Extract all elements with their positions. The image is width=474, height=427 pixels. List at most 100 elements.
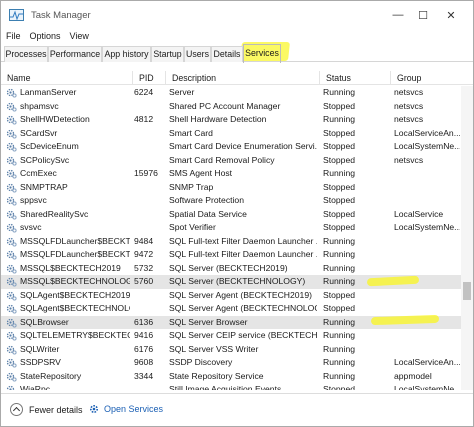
tab-startup[interactable]: Startup: [151, 46, 184, 62]
table-row[interactable]: SharedRealitySvc Spatial Data Service Stop…: [1, 208, 461, 222]
service-gear-icon: [6, 385, 15, 390]
cell-description: SQL Server CEIP service (BECKTECH...: [169, 330, 317, 340]
table-row[interactable]: ShellHWDetection 4812 Shell Hardware Detec…: [1, 113, 461, 127]
cell-name: MSSQLFDLauncher$BECKTE...: [20, 249, 130, 259]
cell-name: SharedRealitySvc: [20, 208, 89, 219]
service-gear-icon: [6, 196, 17, 206]
cell-description: Software Protection: [169, 195, 244, 205]
table-row[interactable]: MSSQL$BECKTECH2019 5732 SQL Server (BECKTE…: [1, 262, 461, 276]
cell-status: Stopped: [323, 222, 356, 232]
footer: Fewer details Open Services: [1, 393, 473, 426]
maximize-button[interactable]: ☐: [410, 7, 436, 23]
vertical-scrollbar[interactable]: [461, 86, 473, 390]
table-row[interactable]: WiaRpc Still Image Acquisition Events Stop…: [1, 383, 461, 390]
table-row[interactable]: shpamsvc Shared PC Account Manager Stopped…: [1, 100, 461, 114]
task-manager-icon: [9, 9, 24, 21]
cell-description: SQL Full-text Filter Daemon Launcher ...: [169, 249, 317, 259]
menu-view[interactable]: View: [65, 29, 93, 43]
table-row[interactable]: SQLAgent$BECKTECH2019 SQL Server Agent (B…: [1, 289, 461, 303]
fewer-details-button[interactable]: Fewer details: [10, 403, 83, 416]
tab-users[interactable]: Users: [184, 46, 211, 62]
tab-processes[interactable]: Processes: [4, 46, 48, 62]
service-gear-icon: [6, 237, 17, 247]
service-gear-icon: [6, 318, 17, 328]
column-header-status[interactable]: Status: [319, 71, 390, 85]
cell-name: SSDPSRV: [20, 357, 61, 367]
service-gear-icon: [6, 156, 17, 166]
column-header-pid[interactable]: PID: [132, 71, 165, 85]
tab-performance[interactable]: Performance: [48, 46, 102, 62]
column-header-description[interactable]: Description: [165, 71, 319, 85]
column-header-name[interactable]: Name: [1, 71, 132, 85]
open-services-link[interactable]: Open Services: [88, 403, 163, 415]
cell-name: SQLAgent$BECKTECHNOLO...: [20, 303, 130, 313]
cell-status: Running: [323, 357, 356, 367]
window-title: Task Manager: [31, 10, 91, 21]
cell-status: Running: [323, 168, 356, 178]
table-row[interactable]: SSDPSRV 9608 SSDP Discovery Running LocalSer…: [1, 356, 461, 370]
cell-name: SNMPTRAP: [20, 181, 68, 192]
cell-status: Running: [323, 87, 356, 97]
scrollbar-thumb[interactable]: [463, 282, 471, 300]
cell-name: CcmExec: [20, 168, 57, 178]
menu-file[interactable]: File: [1, 29, 25, 43]
menu-options[interactable]: Options: [25, 29, 65, 43]
cell-name: sppsvc: [20, 195, 47, 205]
services-table: Name PID Description Status Group ^ Lanm…: [1, 71, 473, 390]
table-row[interactable]: svsvc Spot Verifier Stopped LocalSystemNe..…: [1, 221, 461, 235]
cell-group: LocalSystemNe...: [394, 222, 460, 232]
table-row[interactable]: CcmExec 15976 SMS Agent Host Running: [1, 167, 461, 181]
service-gear-icon: [6, 183, 17, 193]
cell-name: MSSQL$BECKTECHNOLOGY: [20, 276, 130, 286]
cell-name: SQLTELEMETRY$BECKTECH...: [20, 330, 130, 340]
cell-name: ShellHWDetection: [20, 114, 90, 124]
table-row[interactable]: LanmanServer 6224 Server Running netsvcs: [1, 86, 461, 100]
table-row[interactable]: SCardSvr Smart Card Stopped LocalServiceAn.…: [1, 127, 461, 141]
fewer-details-label: Fewer details: [29, 404, 83, 415]
close-button[interactable]: ✕: [438, 7, 464, 23]
cell-pid: 15976: [134, 168, 158, 178]
cell-name: MSSQLFDLauncher$BECKTE...: [20, 235, 130, 246]
cell-description: SQL Server (BECKTECHNOLOGY): [169, 276, 306, 286]
cell-status: Stopped: [323, 289, 356, 300]
service-gear-icon: [6, 169, 17, 179]
service-gear-icon: [6, 210, 17, 220]
open-services-label: Open Services: [104, 404, 164, 414]
table-row[interactable]: ScDeviceEnum Smart Card Device Enumeratio…: [1, 140, 461, 154]
cell-status: Running: [323, 249, 356, 259]
cell-description: State Repository Service: [169, 370, 264, 381]
tab-services[interactable]: Services: [243, 44, 281, 63]
cell-name: WiaRpc: [20, 384, 51, 390]
column-header-group[interactable]: Group: [390, 71, 473, 85]
cell-pid: 5760: [134, 276, 154, 286]
table-row[interactable]: SQLTELEMETRY$BECKTECH... 9416 SQL Server C…: [1, 329, 461, 343]
cell-name: SQLWriter: [20, 343, 60, 354]
table-row[interactable]: SQLAgent$BECKTECHNOLO... SQL Server Agent…: [1, 302, 461, 316]
cell-status: Running: [323, 370, 356, 381]
table-row[interactable]: SCPolicySvc Smart Card Removal Policy Stop…: [1, 154, 461, 168]
table-row[interactable]: MSSQLFDLauncher$BECKTE... 9472 SQL Full-te…: [1, 248, 461, 262]
cell-status: Running: [323, 330, 356, 340]
cell-description: SMS Agent Host: [169, 168, 233, 178]
tab-app-history[interactable]: App history: [102, 46, 151, 62]
table-row[interactable]: MSSQLFDLauncher$BECKTE... 9484 SQL Full-te…: [1, 235, 461, 249]
cell-name: shpamsvc: [20, 100, 59, 111]
cell-name: LanmanServer: [20, 87, 77, 97]
cell-status: Stopped: [323, 384, 356, 390]
service-gear-icon: [6, 129, 17, 139]
service-gear-icon: [6, 304, 17, 314]
table-row[interactable]: StateRepository 3344 State Repository Serv…: [1, 370, 461, 384]
cell-group: appmodel: [394, 370, 432, 381]
table-row[interactable]: SQLWriter 6176 SQL Server VSS Writer Runnin…: [1, 343, 461, 357]
cell-name: ScDeviceEnum: [20, 141, 79, 151]
table-row[interactable]: SNMPTRAP SNMP Trap Stopped: [1, 181, 461, 195]
table-row[interactable]: sppsvc Software Protection Stopped: [1, 194, 461, 208]
title-bar[interactable]: Task Manager — ☐ ✕: [1, 1, 473, 29]
task-manager-window: Task Manager — ☐ ✕ File Options View Pro…: [0, 0, 474, 427]
cell-group: LocalService: [394, 208, 444, 219]
tab-details[interactable]: Details: [211, 46, 243, 62]
cell-status: Running: [323, 262, 356, 273]
minimize-button[interactable]: —: [385, 7, 411, 23]
cell-pid: 9608: [134, 357, 154, 367]
cell-name: SQLBrowser: [20, 316, 69, 327]
